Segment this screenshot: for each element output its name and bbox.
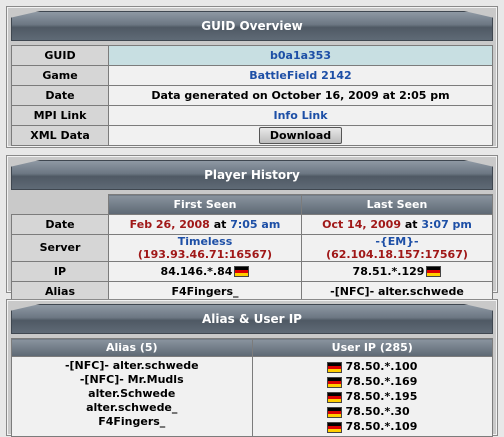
alias-user-ip-panel: Alias & User IP Alias (5) User IP (285) … [6,299,498,437]
alias-count-header: Alias (5) [11,338,253,357]
ip-text: 78.50.*.100 [345,360,418,373]
list-item: alter.schwede_ [86,401,178,414]
first-seen-date: Feb 26, 2008 at 7:05 am [108,213,302,235]
first-server-address: (193.93.46.71:16567) [137,247,273,261]
list-item: -[NFC]- alter.schwede [64,359,199,372]
guid-overview-title: GUID Overview [11,11,493,41]
last-seen-time: 3:07 pm [421,217,472,231]
player-history-panel: Player History First Seen Last Seen Date… [6,155,498,302]
ip-text: 78.50.*.169 [345,375,418,388]
list-item: 78.50.*.109 [257,419,489,434]
first-seen-header: First Seen [108,194,302,215]
list-item: alter.Schwede [88,387,176,400]
alias-label: Alias [11,280,109,302]
last-seen-ip: 78.51.*.129 [300,260,494,282]
player-history-table: First Seen Last Seen Date Feb 26, 2008 a… [11,194,494,302]
ip-label: IP [11,260,109,282]
list-item: 78.50.*.30 [257,404,489,419]
last-seen-date: Oct 14, 2009 at 3:07 pm [300,213,494,235]
guid-value: b0a1a353 [108,45,493,66]
last-seen-server: -{EM}- (62.104.18.157:17567) [300,233,494,262]
alias-user-ip-table: Alias (5) User IP (285) -[NFC]- alter.sc… [11,338,493,437]
guid-overview-table: GUID b0a1a353 Game BattleField 2142 Date… [11,45,493,146]
game-label: Game [11,65,109,86]
user-ip-count-header: User IP (285) [251,338,493,357]
germany-flag-icon [234,266,250,277]
germany-flag-icon [426,266,442,277]
first-seen-ip: 84.146.*.84 [108,260,302,282]
germany-flag-icon [326,421,342,433]
last-seen-date-text: Oct 14, 2009 [322,217,401,231]
germany-flag-icon [326,376,342,388]
corner-blank [11,194,109,214]
germany-flag-icon [326,361,342,373]
guid-overview-panel: GUID Overview GUID b0a1a353 Game BattleF… [6,6,498,148]
first-ip-text: 84.146.*.84 [160,264,233,278]
germany-flag-icon [326,406,342,418]
first-seen-time: 7:05 am [230,217,281,231]
player-history-title: Player History [11,160,493,190]
list-item: -[NFC]- Mr.Mudls [79,373,184,386]
download-button[interactable]: Download [258,127,343,144]
game-value: BattleField 2142 [108,65,493,86]
guid-label: GUID [11,45,109,66]
history-date-label: Date [11,213,109,235]
ip-text: 78.50.*.109 [345,420,418,433]
ip-text: 78.50.*.30 [345,405,410,418]
mpi-info-link[interactable]: Info Link [108,105,493,126]
first-seen-date-text: Feb 26, 2008 [129,217,210,231]
list-item: 78.50.*.195 [257,389,489,404]
last-seen-alias: -[NFC]- alter.schwede [300,280,494,302]
last-seen-header: Last Seen [300,194,494,215]
first-seen-at: at [213,217,227,231]
list-item: F4Fingers_ [98,415,166,428]
list-item: 78.50.*.100 [257,359,489,374]
list-item: 78.50.*.169 [257,374,489,389]
last-seen-at: at [404,217,418,231]
xml-data-cell: Download [108,125,493,146]
alias-list: -[NFC]- alter.schwede -[NFC]- Mr.Mudls a… [11,356,253,437]
user-ip-list: 78.50.*.100 78.50.*.169 78.50.*.195 78.5… [251,356,493,437]
ip-text: 78.50.*.195 [345,390,418,403]
last-ip-text: 78.51.*.129 [352,264,425,278]
xml-data-label: XML Data [11,125,109,146]
alias-user-ip-title: Alias & User IP [11,304,493,334]
mpi-link-label: MPI Link [11,105,109,126]
first-seen-server: Timeless (193.93.46.71:16567) [108,233,302,262]
last-server-address: (62.104.18.157:17567) [326,247,468,261]
date-label: Date [11,85,109,106]
germany-flag-icon [326,391,342,403]
last-server-name-link[interactable]: -{EM}- [375,235,418,248]
first-seen-alias: F4Fingers_ [108,280,302,302]
server-label: Server [11,233,109,262]
date-value: Data generated on October 16, 2009 at 2:… [108,85,493,106]
first-server-name-link[interactable]: Timeless [178,235,233,248]
